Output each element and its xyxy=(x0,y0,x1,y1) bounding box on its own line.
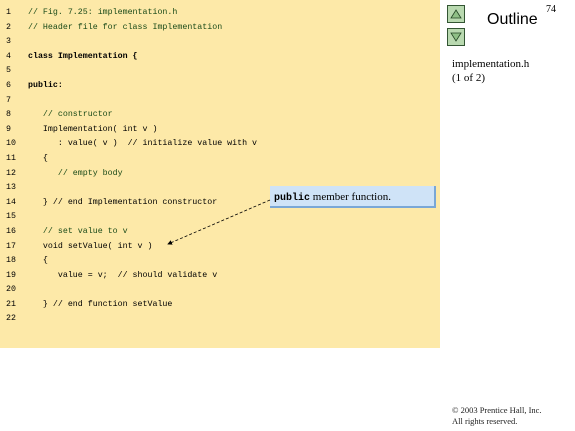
code-line: 2 // Header file for class Implementation xyxy=(0,21,440,36)
code-line: 6 public: xyxy=(0,79,440,94)
code-text: Implementation( int v ) xyxy=(28,124,158,134)
code-text: } // end function setValue xyxy=(28,299,173,309)
copyright-line-1: © 2003 Prentice Hall, Inc. xyxy=(452,405,542,415)
code-line: 3 xyxy=(0,35,440,50)
line-number: 2 xyxy=(6,22,11,32)
line-number: 21 xyxy=(6,299,16,309)
code-text: { xyxy=(28,153,48,163)
code-line: 15 xyxy=(0,210,440,225)
triangle-up-icon[interactable] xyxy=(447,5,465,23)
line-number: 18 xyxy=(6,256,16,266)
line-number: 9 xyxy=(6,124,11,134)
line-number: 17 xyxy=(6,241,16,251)
line-number: 16 xyxy=(6,226,16,236)
line-number: 15 xyxy=(6,212,16,222)
line-number: 12 xyxy=(6,168,16,178)
line-number: 14 xyxy=(6,197,16,207)
code-line: 8 // constructor xyxy=(0,108,440,123)
line-number: 3 xyxy=(6,37,11,47)
code-text: : value( v ) // initialize value with v xyxy=(28,139,258,149)
file-info: implementation.h (1 of 2) xyxy=(452,57,529,85)
code-text: // Fig. 7.25: implementation.h xyxy=(28,8,178,17)
line-number: 5 xyxy=(6,66,11,76)
code-line: 10 : value( v ) // initialize value with… xyxy=(0,137,440,152)
code-text: public: xyxy=(28,80,63,90)
code-panel: 1 // Fig. 7.25: implementation.h 2 // Heade… xyxy=(0,0,440,348)
line-number: 22 xyxy=(6,314,16,324)
code-text: // empty body xyxy=(28,168,123,178)
code-line: 1 // Fig. 7.25: implementation.h xyxy=(0,6,440,21)
outline-title: Outline xyxy=(487,11,538,28)
code-line: 4 class Implementation { xyxy=(0,50,440,65)
code-listing: 1 // Fig. 7.25: implementation.h 2 // Heade… xyxy=(0,6,440,327)
code-text: // constructor xyxy=(28,110,113,120)
copyright-line-2: All rights reserved. xyxy=(452,416,518,426)
line-number: 1 xyxy=(6,8,11,17)
code-line: 22 xyxy=(0,312,440,327)
code-text: // set value to v xyxy=(28,226,128,236)
line-number: 8 xyxy=(6,110,11,120)
copyright: © 2003 Prentice Hall, Inc. All rights re… xyxy=(452,405,542,427)
line-number: 11 xyxy=(6,153,16,163)
code-text: // Header file for class Implementation xyxy=(28,22,223,32)
page-number: 74 xyxy=(546,4,556,15)
code-text: { xyxy=(28,256,48,266)
line-number: 19 xyxy=(6,270,16,280)
callout-keyword: public xyxy=(274,193,311,204)
code-line: 11 { xyxy=(0,152,440,167)
line-number: 4 xyxy=(6,51,11,61)
code-line: 17 void setValue( int v ) xyxy=(0,240,440,255)
code-line: 16 // set value to v xyxy=(0,225,440,240)
code-text: class Implementation { xyxy=(28,51,138,61)
callout-box: public member function. xyxy=(270,186,436,208)
code-line: 5 xyxy=(0,64,440,79)
code-line: 7 xyxy=(0,94,440,109)
code-text: value = v; // should validate v xyxy=(28,270,218,280)
line-number: 13 xyxy=(6,183,16,193)
code-line: 9 Implementation( int v ) xyxy=(0,123,440,138)
code-line: 20 xyxy=(0,283,440,298)
code-line: 18 { xyxy=(0,254,440,269)
file-part: (1 of 2) xyxy=(452,72,485,84)
code-line: 12 // empty body xyxy=(0,167,440,182)
triangle-down-icon[interactable] xyxy=(447,28,465,46)
line-number: 10 xyxy=(6,139,16,149)
code-line: 19 value = v; // should validate v xyxy=(0,269,440,284)
callout-text: member function. xyxy=(310,191,391,203)
line-number: 7 xyxy=(6,95,11,105)
line-number: 6 xyxy=(6,80,11,90)
code-text: } // end Implementation constructor xyxy=(28,197,218,207)
file-name: implementation.h xyxy=(452,58,530,70)
line-number: 20 xyxy=(6,285,16,295)
code-text: void setValue( int v ) xyxy=(28,241,153,251)
code-line: 21 } // end function setValue xyxy=(0,298,440,313)
